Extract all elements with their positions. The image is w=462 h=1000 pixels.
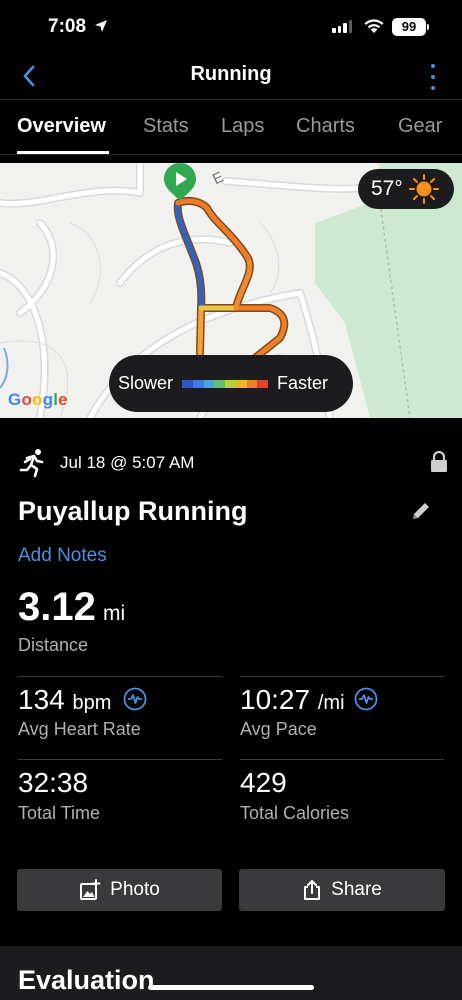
divider xyxy=(240,759,444,760)
sun-icon xyxy=(408,174,439,204)
tab-bar: Overview Stats Laps Charts Gear xyxy=(0,99,462,155)
activity-meta-row: Jul 18 @ 5:07 AM xyxy=(18,448,448,478)
avg-heart-rate-label: Avg Heart Rate xyxy=(18,719,141,739)
divider xyxy=(240,676,444,677)
more-dot xyxy=(431,64,435,68)
wifi-icon xyxy=(364,19,384,33)
legend-color-segment xyxy=(214,379,226,388)
location-arrow-icon xyxy=(95,20,107,32)
distance-value: 3.12 xyxy=(18,585,96,629)
active-tab-indicator xyxy=(17,151,109,154)
more-dot xyxy=(431,75,435,79)
google-logo-letter: e xyxy=(58,390,68,409)
legend-faster-label: Faster xyxy=(277,373,329,393)
nav-bar: Running xyxy=(0,54,462,98)
distance-unit: mi xyxy=(103,602,126,625)
battery-indicator: 99 xyxy=(392,18,426,36)
tab-laps[interactable]: Laps xyxy=(221,115,264,138)
pace-gradient-bar xyxy=(182,379,269,388)
legend-color-segment xyxy=(182,379,193,388)
evaluation-title: Evaluation xyxy=(18,965,155,995)
pencil-edit-icon[interactable] xyxy=(410,500,432,522)
total-time-label: Total Time xyxy=(18,803,101,823)
tab-charts[interactable]: Charts xyxy=(296,115,355,138)
divider xyxy=(18,676,222,677)
status-bar: 7:08 99 xyxy=(0,0,462,54)
share-icon xyxy=(304,880,321,900)
legend-color-segment xyxy=(257,379,269,388)
route-map[interactable]: E 57° Slower Faster Google xyxy=(0,163,462,418)
tab-overview[interactable]: Overview xyxy=(17,115,106,138)
google-logo-letter: G xyxy=(8,390,22,409)
pace-chart-icon[interactable] xyxy=(354,687,378,711)
legend-color-segment xyxy=(192,379,204,388)
cellular-signal-icon xyxy=(332,20,352,33)
legend-color-segment xyxy=(225,379,236,388)
legend-slower-label: Slower xyxy=(118,373,174,393)
home-indicator[interactable] xyxy=(148,985,314,990)
tab-gear[interactable]: Gear xyxy=(398,115,442,138)
tab-stats[interactable]: Stats xyxy=(143,115,189,138)
share-button[interactable]: Share xyxy=(239,869,445,911)
start-pin-icon xyxy=(164,163,196,201)
pace-legend: Slower Faster xyxy=(109,355,353,412)
more-options-button[interactable] xyxy=(426,64,440,90)
avg-heart-rate-value: 134 bpm xyxy=(18,684,111,716)
total-time-value: 32:38 xyxy=(18,767,89,798)
more-dot xyxy=(431,86,435,90)
distance-label: Distance xyxy=(18,635,89,655)
add-photo-button[interactable]: Photo xyxy=(17,869,222,911)
google-logo-letter: o xyxy=(32,390,43,409)
weather-temperature: 57° xyxy=(371,177,403,200)
divider xyxy=(18,759,222,760)
avg-pace-value: 10:27 /mi xyxy=(240,684,345,716)
pace-unit: /mi xyxy=(317,692,345,714)
share-button-label: Share xyxy=(331,879,382,900)
lock-icon[interactable] xyxy=(430,451,448,473)
google-attribution: Google xyxy=(8,390,68,410)
battery-nub xyxy=(427,24,429,30)
legend-color-segment xyxy=(235,379,247,388)
legend-color-segment xyxy=(246,379,258,388)
add-notes-link[interactable]: Add Notes xyxy=(18,545,107,567)
google-logo-letter: o xyxy=(21,390,33,409)
status-time: 7:08 xyxy=(48,16,87,37)
total-calories-label: Total Calories xyxy=(240,803,350,823)
evaluation-section: Evaluation xyxy=(0,946,462,1000)
activity-title: Puyallup Running xyxy=(18,496,248,526)
heart-rate-chart-icon[interactable] xyxy=(123,687,147,711)
google-logo-letter: g xyxy=(42,390,54,409)
heart-rate-unit: bpm xyxy=(72,692,112,714)
running-icon xyxy=(19,449,44,478)
add-photo-icon xyxy=(80,879,101,900)
heart-rate-number: 134 xyxy=(18,684,65,715)
total-calories-value: 429 xyxy=(240,767,287,798)
page-title: Running xyxy=(190,63,272,85)
legend-color-segment xyxy=(203,379,215,388)
pace-number: 10:27 xyxy=(240,684,311,715)
activity-date: Jul 18 @ 5:07 AM xyxy=(60,453,195,472)
weather-chip: 57° xyxy=(358,169,454,209)
photo-button-label: Photo xyxy=(110,879,160,900)
avg-pace-label: Avg Pace xyxy=(240,719,317,739)
